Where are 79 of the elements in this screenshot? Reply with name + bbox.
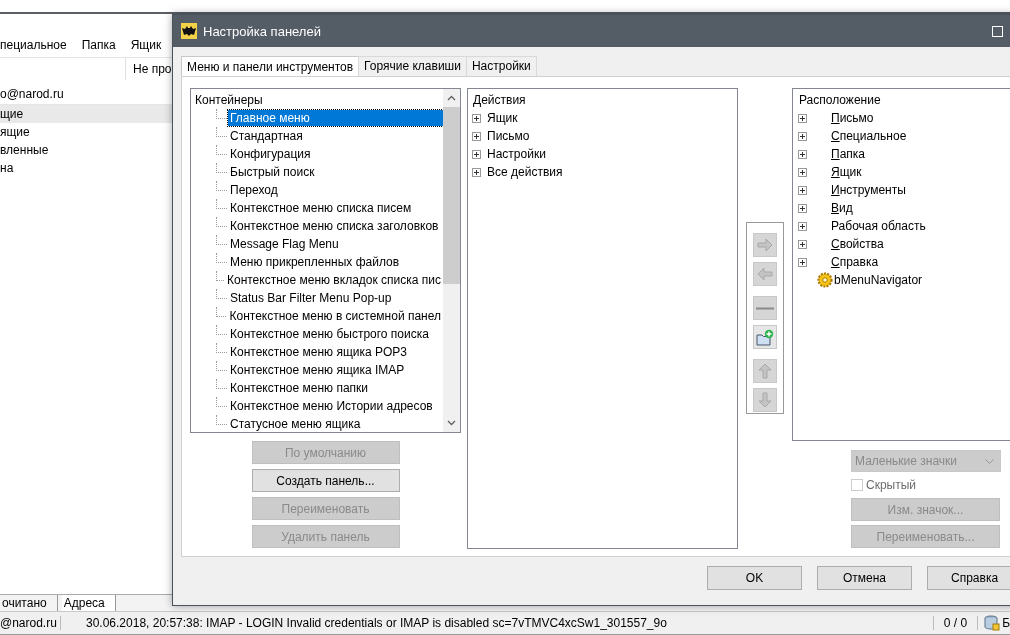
arrow-left-icon	[757, 267, 773, 281]
folder-item[interactable]: вленные	[0, 141, 172, 159]
tree-item[interactable]: Вид	[831, 201, 853, 215]
tree-item[interactable]: Справка	[831, 255, 879, 269]
expand-icon[interactable]	[798, 221, 807, 231]
line-icon	[756, 306, 774, 310]
tree-item[interactable]: Переход	[228, 182, 443, 198]
tree-item[interactable]: Ящик	[487, 111, 518, 125]
expand-icon[interactable]	[472, 113, 481, 123]
dialog-button[interactable]: Создать панель...	[251, 469, 400, 492]
dialog-button[interactable]: Отмена	[817, 566, 912, 590]
tree-item[interactable]: Главное меню	[228, 110, 443, 126]
tree-item[interactable]: Message Flag Menu	[228, 236, 443, 252]
tab[interactable]: Горячие клавиши	[358, 56, 467, 76]
window-title: Настройка панелей	[203, 23, 321, 39]
dialog-button[interactable]: Справка	[927, 566, 1010, 590]
bat-icon	[181, 23, 197, 39]
arrow-down-icon	[758, 392, 772, 408]
tree-item[interactable]: Инструменты	[831, 183, 906, 197]
maximize-icon[interactable]	[992, 25, 1003, 37]
folder-item[interactable]: на	[0, 159, 172, 177]
expand-icon[interactable]	[472, 167, 481, 177]
tree-item[interactable]: Контекстное меню вкладок списка пис	[224, 272, 443, 288]
status-message: 30.06.2018, 20:57:38: IMAP - LOGIN Invalid credentials or IMAP is disabled sc=7vTMVC4xcSw1_301557_9o	[85, 616, 668, 630]
tree-item[interactable]: Status Bar Filter Menu Pop-up	[228, 290, 443, 306]
tree-item[interactable]: Стандартная	[228, 128, 443, 144]
menu-item[interactable]: пециальное	[0, 37, 67, 57]
tree-item[interactable]: Контекстное меню ящика POP3	[228, 344, 443, 360]
tree-item[interactable]: Письмо	[831, 111, 874, 125]
menu-item[interactable]: Папка	[81, 37, 116, 57]
expand-icon[interactable]	[798, 167, 807, 177]
status-counter: 0 / 0	[932, 616, 979, 630]
expand-icon[interactable]	[798, 239, 807, 249]
tree-item[interactable]: Статусное меню ящика	[228, 416, 443, 432]
tree-item[interactable]: Контекстное меню Истории адресов	[228, 398, 443, 414]
tree-item[interactable]: Папка	[831, 147, 865, 161]
tree-item[interactable]: Свойства	[831, 237, 884, 251]
tree-item[interactable]: Меню прикрепленных файлов	[228, 254, 443, 270]
tree-item[interactable]: Контекстное меню папки	[228, 380, 443, 396]
expand-icon[interactable]	[798, 149, 807, 159]
tree-item[interactable]: Настройки	[487, 147, 546, 161]
folder-plus-icon	[756, 328, 774, 346]
expand-icon[interactable]	[798, 257, 807, 267]
tab[interactable]: Меню и панели инструментов	[181, 56, 360, 76]
expand-icon[interactable]	[798, 203, 807, 213]
expand-icon[interactable]	[472, 131, 481, 141]
tree-item[interactable]: Рабочая область	[831, 219, 926, 233]
arrow-up-icon	[758, 363, 772, 379]
expand-icon[interactable]	[798, 131, 807, 141]
tree-item[interactable]: Письмо	[487, 129, 530, 143]
tree-item[interactable]: Контекстное меню списка заголовков	[228, 218, 443, 234]
tree-item[interactable]: Контекстное меню ящика IMAP	[228, 362, 443, 378]
bottom-tab[interactable]: Адреса	[61, 595, 116, 611]
tree-item[interactable]: Специальное	[831, 129, 907, 143]
chevron-down-icon[interactable]	[447, 420, 456, 426]
menu-item[interactable]: Ящик	[130, 37, 162, 57]
chevron-up-icon[interactable]	[447, 95, 456, 101]
tree-item[interactable]: Конфигурация	[228, 146, 443, 162]
tree-item[interactable]: bMenuNavigator	[834, 273, 923, 287]
folder-item[interactable]: щие	[0, 105, 172, 123]
status-label: Б	[1002, 616, 1010, 630]
expand-icon[interactable]	[798, 185, 807, 195]
tree-item[interactable]: Быстрый поиск	[228, 164, 443, 180]
database-icon	[984, 615, 1001, 631]
dialog-button[interactable]: OK	[707, 566, 802, 590]
chevron-down-icon	[985, 458, 994, 464]
expand-icon[interactable]	[798, 113, 807, 123]
tab[interactable]: Настройки	[465, 56, 537, 76]
column-header[interactable]: Не про	[125, 58, 172, 80]
tree-item[interactable]: Контекстное меню в системной панел	[227, 308, 443, 324]
tree-item[interactable]: Все действия	[487, 165, 563, 179]
tree-item[interactable]: Контекстное меню списка писем	[228, 200, 443, 216]
tree-item[interactable]: Ящик	[831, 165, 862, 179]
expand-icon[interactable]	[472, 149, 481, 159]
folder-item[interactable]: ящие	[0, 123, 172, 141]
tree-item[interactable]: Контекстное меню быстрого поиска	[228, 326, 443, 342]
status-account: @narod.ru	[0, 616, 61, 630]
arrow-right-icon	[757, 238, 773, 252]
gear-icon	[817, 272, 833, 288]
